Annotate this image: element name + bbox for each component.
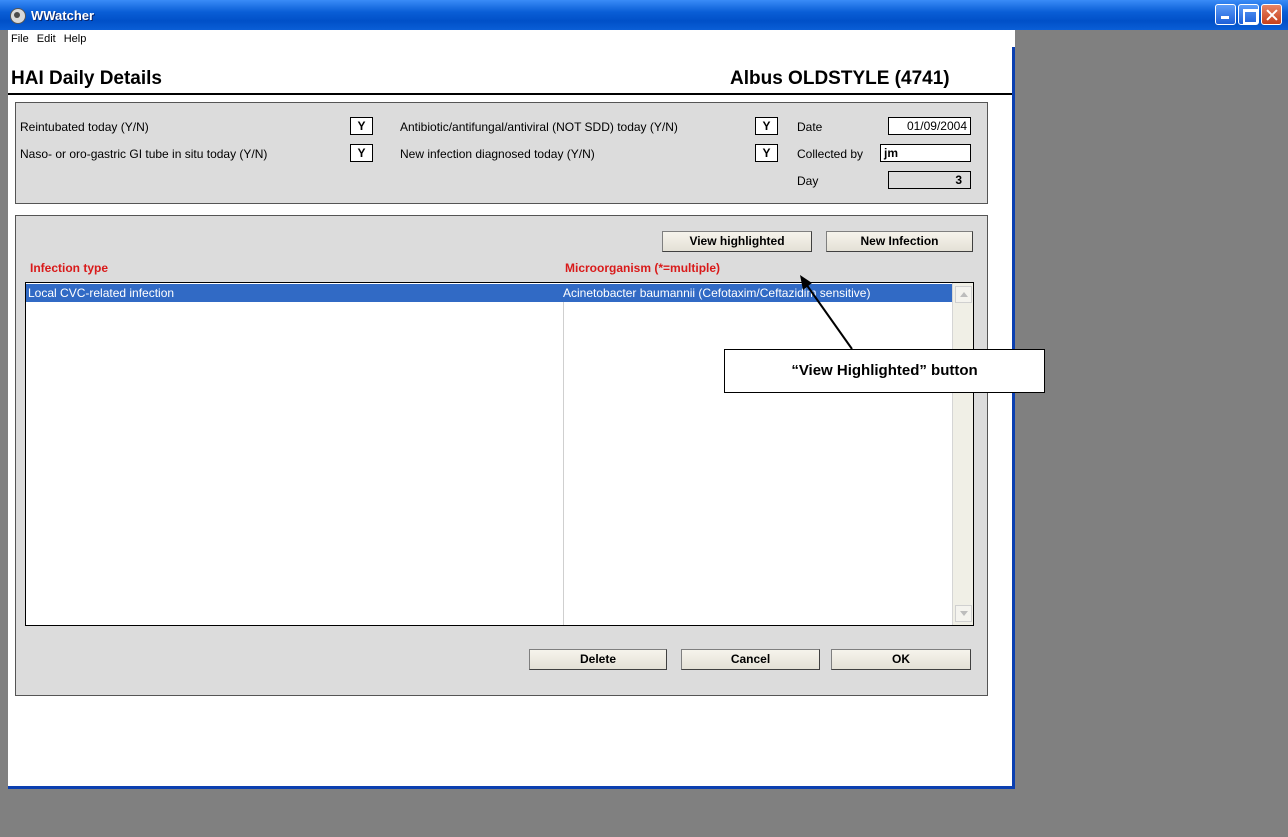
desktop-background: [8, 792, 1288, 837]
reintubated-field[interactable]: Y: [350, 117, 373, 135]
scroll-down-icon[interactable]: [955, 605, 972, 622]
annotation-callout: “View Highlighted” button: [724, 349, 1045, 393]
new-infection-field[interactable]: Y: [755, 144, 778, 162]
infection-type-cell: Local CVC-related infection: [28, 286, 175, 300]
minimize-button[interactable]: [1215, 4, 1236, 25]
window-title: WWatcher: [31, 7, 95, 23]
day-field: 3: [888, 171, 971, 189]
new-infection-button[interactable]: New Infection: [826, 231, 973, 252]
maximize-button[interactable]: [1238, 4, 1259, 25]
day-label: Day: [797, 174, 819, 188]
window-title-bar[interactable]: WWatcher: [0, 0, 1288, 30]
date-field[interactable]: 01/09/2004: [888, 117, 971, 135]
reintubated-label: Reintubated today (Y/N): [20, 120, 149, 134]
date-label: Date: [797, 120, 823, 134]
close-button[interactable]: [1261, 4, 1282, 25]
menu-bar: File Edit Help: [8, 30, 1015, 47]
gi-tube-label: Naso- or oro-gastric GI tube in situ tod…: [20, 147, 268, 161]
app-icon: [8, 6, 26, 24]
microorganism-cell: Acinetobacter baumannii (Cefotaxim/Cefta…: [563, 286, 871, 300]
table-row[interactable]: Local CVC-related infection Acinetobacte…: [26, 284, 952, 302]
menu-help[interactable]: Help: [64, 33, 87, 45]
window-left-border: [0, 30, 8, 837]
cancel-button[interactable]: Cancel: [681, 649, 820, 670]
menu-file[interactable]: File: [11, 33, 29, 45]
patient-name: Albus OLDSTYLE (4741): [730, 68, 950, 89]
gi-tube-field[interactable]: Y: [350, 144, 373, 162]
view-highlighted-button[interactable]: View highlighted: [662, 231, 812, 252]
list-scrollbar[interactable]: [952, 283, 973, 625]
col-microorganism: Microorganism (*=multiple): [565, 261, 721, 275]
delete-button[interactable]: Delete: [529, 649, 667, 670]
ok-button[interactable]: OK: [831, 649, 971, 670]
page-title: HAI Daily Details: [11, 68, 162, 89]
new-infection-label: New infection diagnosed today (Y/N): [400, 147, 595, 161]
antibiotic-label: Antibiotic/antifungal/antiviral (NOT SDD…: [400, 120, 678, 134]
col-infection-type: Infection type: [30, 261, 109, 275]
collected-by-label: Collected by: [797, 147, 864, 161]
antibiotic-field[interactable]: Y: [755, 117, 778, 135]
menu-edit[interactable]: Edit: [37, 33, 56, 45]
column-divider: [563, 302, 564, 625]
infection-list[interactable]: Local CVC-related infection Acinetobacte…: [25, 282, 974, 626]
header-divider: [8, 93, 1012, 95]
collected-by-field[interactable]: jm: [880, 144, 971, 162]
scroll-up-icon[interactable]: [955, 286, 972, 303]
